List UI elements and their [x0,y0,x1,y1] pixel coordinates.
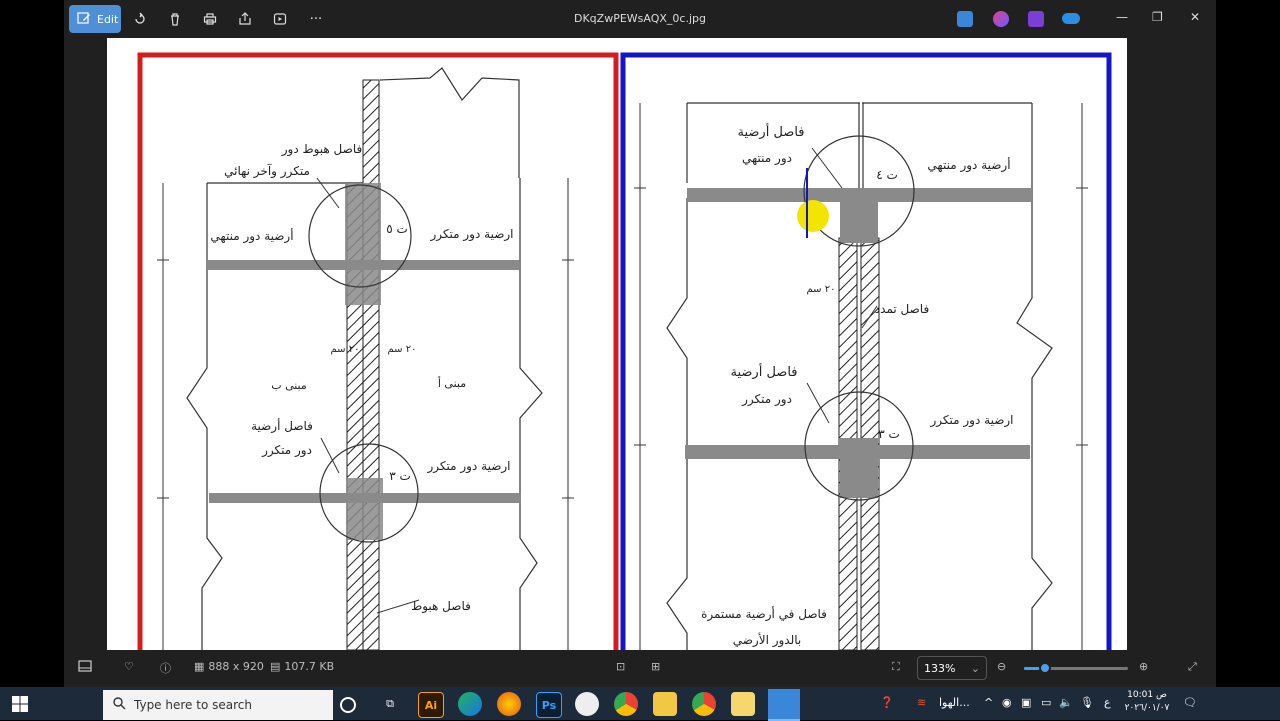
image-dimensions: ▦ 888 x 920 [194,660,264,673]
scan-icon[interactable]: ⊡ [616,660,625,673]
tray-icon-1[interactable]: ◉ [1002,696,1012,709]
chevron-up-icon[interactable]: ^ [984,696,993,709]
label-right-sep-floor2: دور منتهي [742,151,792,166]
file-size: ▤ 107.7 KB [270,660,334,673]
zoom-in-icon[interactable]: ⊕ [1139,660,1148,673]
fit-icon[interactable]: ⛶ [892,660,900,674]
chevron-down-icon: ⌄ [970,661,980,675]
notifications-icon[interactable]: 🗨 [1183,696,1197,709]
photos-taskbar-icon[interactable] [768,689,800,721]
image-canvas[interactable]: فاصل هبوط دور متكرر وآخر نهائي أرضية دور… [107,38,1127,650]
label-right-sep-floor: فاصل أرضية [737,123,804,140]
text-select-icon[interactable]: ⊞ [651,660,660,673]
label-right-dim: ٢٠ سم [807,284,836,295]
zoom-out-icon[interactable]: ⊖ [997,660,1006,673]
photos-app-window: Edit ··· DKqZwPEWsAQX_0c.jpg — ❐ ✕ فاصل … [64,0,1216,687]
label-left-floor-end: أرضية دور منتهي [210,228,293,244]
start-button[interactable] [0,687,40,720]
zoom-level-dropdown[interactable]: 133% ⌄ [917,656,987,680]
clipchamp-icon[interactable] [1028,11,1044,27]
zoom-slider[interactable] [1024,662,1128,674]
firefox-icon[interactable] [497,692,521,716]
label-building-b: مبنى ب [271,379,307,392]
taskbar-clock[interactable]: 10:01 ص ٢٠٢٦/٠١/٠٧ [1124,689,1170,715]
clock-time: 10:01 ص [1127,690,1167,700]
volume-icon[interactable]: 🔈 [1059,696,1073,709]
file-size-text: 107.7 KB [284,660,335,673]
slideshow-icon[interactable] [268,8,292,30]
maximize-icon[interactable]: ❐ [1152,10,1163,24]
chrome-icon[interactable] [614,692,638,716]
label-left-floor-rep-top: ارضية دور متكرر [429,227,513,242]
label-right-sep-floor-rep2: دور متكرر [741,392,792,407]
close-icon[interactable]: ✕ [1190,10,1200,24]
share-icon[interactable] [233,8,257,30]
onedrive-icon[interactable] [1062,13,1080,24]
search-icon [113,697,126,713]
edit-button[interactable]: Edit [69,5,121,33]
minimize-icon[interactable]: — [1116,10,1128,24]
label-right-floor-rep: ارضية دور متكرر [929,413,1013,428]
favorite-icon[interactable]: ♡ [124,660,134,673]
label-right-sep-expand: فاصل تمدد [875,302,929,316]
zoom-level: 133% [924,661,956,675]
architectural-drawing: فاصل هبوط دور متكرر وآخر نهائي أرضية دور… [137,52,1112,650]
task-view-icon[interactable]: ⧉ [378,692,402,716]
fullscreen-icon[interactable]: ⤢ [1188,660,1197,674]
dimensions-icon: ▦ [194,660,205,673]
copilot-icon[interactable] [993,11,1009,27]
taskbar-search[interactable]: Type here to search [103,690,333,720]
label-right-sep-ground: فاصل في أرضية مستمرة [701,606,827,622]
language-indicator[interactable]: ع [1104,696,1111,709]
rotate-icon[interactable] [128,8,152,30]
top-toolbar: Edit ··· DKqZwPEWsAQX_0c.jpg — ❐ ✕ [64,0,1216,38]
window-title: DKqZwPEWsAQX_0c.jpg [574,12,706,25]
label-left-floor-rep: ارضية دور متكرر [426,459,510,474]
windows-taskbar: Type here to search ⧉ Ai Ps ❓ ≋ الهوا...… [0,687,1280,721]
label-left-circle5: ت ٥ [386,222,408,236]
label-right-circle4: ت ٤ [876,168,898,182]
label-right-floor-end: أرضية دور منتهي [927,157,1010,173]
windows-logo-icon [12,695,28,712]
disk-icon: ▤ [270,660,281,673]
zoom-slider-thumb[interactable] [1038,662,1051,674]
label-building-a: مبنى أ [438,376,466,390]
label-left-sep-settle: فاصل هبوط [411,599,471,614]
tray-icon-2[interactable]: ▣ [1021,696,1031,709]
print-icon[interactable] [198,8,222,30]
label-left-dim2: ٢٠ سم [388,344,417,355]
label-left-circle3: ت ٣ [389,469,411,483]
photoshop-icon[interactable]: Ps [536,692,562,718]
edit-label: Edit [97,12,119,26]
clock-date: ٢٠٢٦/٠١/٠٧ [1124,703,1170,713]
edge-icon[interactable] [458,692,482,716]
filmstrip-icon[interactable] [78,660,92,672]
dimensions-text: 888 x 920 [208,660,264,673]
designer-icon[interactable] [957,11,973,27]
microphone-icon[interactable]: 🎙 [1080,696,1094,709]
chrome-profile-icon[interactable] [692,692,716,716]
network-icon[interactable]: ▭ [1041,696,1051,709]
file-explorer-icon[interactable] [653,692,677,716]
delete-icon[interactable] [163,8,187,30]
notepad-icon[interactable] [731,692,755,716]
weather-icon: ≋ [917,696,927,709]
label-right-sep-ground2: بالدور الأرضي [733,632,802,648]
illustrator-icon[interactable]: Ai [418,692,444,718]
search-placeholder: Type here to search [134,698,252,712]
label-left-sep-floor2: دور متكرر [261,443,312,458]
help-icon[interactable]: ❓ [880,696,894,709]
edit-icon [77,11,91,28]
label-left-dim1: ٢٠ سم [331,344,360,355]
label-right-sep-floor-rep: فاصل أرضية [730,363,797,380]
obs-icon[interactable] [575,692,599,716]
cortana-icon[interactable] [340,697,356,713]
label-left-sep-floor: فاصل أرضية [251,418,313,434]
info-icon[interactable]: ⓘ [160,660,171,676]
more-icon[interactable]: ··· [304,8,328,30]
label-right-circle3: ت ٣ [878,427,900,441]
weather-text[interactable]: الهوا... [939,696,970,709]
label-left-settle-joint2: متكرر وآخر نهائي [224,163,310,179]
label-left-settle-joint: فاصل هبوط دور [281,142,362,157]
